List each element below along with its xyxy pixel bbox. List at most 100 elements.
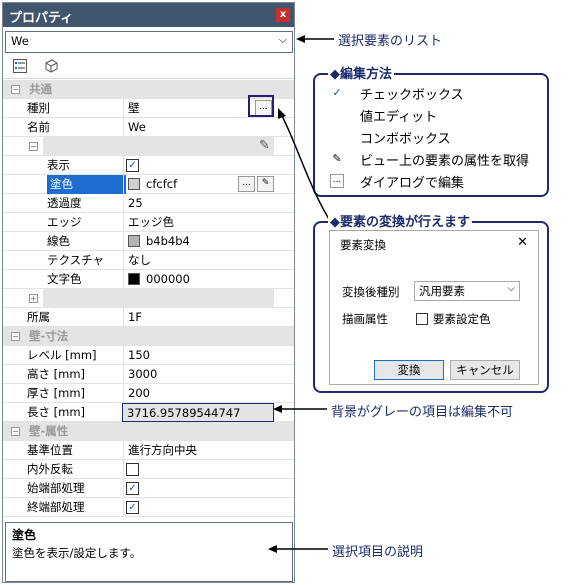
close-icon[interactable]: x (276, 8, 290, 22)
property-label: 基準位置 (27, 443, 73, 457)
property-label: 名前 (27, 120, 50, 134)
property-value[interactable]: b4b4b4 (123, 232, 273, 251)
edit-method-label: 値エディット (360, 110, 438, 125)
panel-toolbar (3, 55, 294, 79)
property-label: 線色 (47, 234, 70, 248)
property-value[interactable]: 3000 (123, 365, 273, 384)
property-value[interactable]: エッジ色 (123, 213, 273, 232)
collapse-icon[interactable]: − (11, 85, 20, 94)
checkbox-checked[interactable]: ✓ (126, 501, 139, 514)
property-row: 高さ [mm] 3000 (3, 365, 294, 384)
convert-button[interactable]: 変換 (374, 360, 444, 380)
property-label: 内外反転 (27, 462, 73, 476)
property-value-text: b4b4b4 (146, 234, 190, 248)
property-value-text: 200 (128, 386, 150, 400)
property-value[interactable]: ✓ (123, 156, 273, 175)
property-row: 透過度 25 (3, 194, 294, 213)
property-value-text: We (128, 120, 146, 134)
panel-titlebar: プロパティ x (3, 3, 294, 27)
property-value-text: cfcfcf (146, 177, 178, 191)
check-icon: ✓ (332, 86, 342, 99)
type-select-value: 汎用要素 (419, 284, 465, 298)
property-row: 名前 We (3, 118, 294, 137)
expand-icon[interactable]: + (29, 294, 38, 303)
property-label: テクスチャ (47, 253, 105, 267)
property-value[interactable]: We (123, 118, 273, 137)
convert-title: ◆要素の変換が行えます (328, 211, 472, 230)
checkbox-unchecked[interactable] (126, 463, 139, 476)
property-value-text: なし (128, 253, 151, 267)
element-selector-combo[interactable]: We ⌵ (5, 31, 293, 53)
eyedropper-icon[interactable]: ✎ (259, 138, 270, 153)
property-value[interactable]: ✓ (123, 479, 273, 498)
property-value[interactable] (123, 460, 273, 479)
property-label: 壁-寸法 (29, 329, 69, 343)
checkbox-checked[interactable]: ✓ (126, 482, 139, 495)
cancel-button[interactable]: キャンセル (450, 360, 520, 380)
chevron-down-icon[interactable]: ⌵ (279, 33, 287, 47)
description-text: 塗色を表示/設定します。 (12, 546, 142, 560)
property-value-text: 進行方向中央 (128, 443, 197, 457)
dialog-title: 要素変換 (340, 238, 386, 252)
description-pane: 塗色 塗色を表示/設定します。 (5, 522, 293, 582)
property-row: エッジ エッジ色 (3, 213, 294, 232)
property-row[interactable]: 描画属性−✎ (3, 137, 294, 156)
property-value[interactable]: 進行方向中央 (123, 441, 273, 460)
collapse-icon[interactable]: − (29, 142, 38, 151)
property-label: 共通 (29, 82, 52, 96)
readonly-caption: 背景がグレーの項目は編集不可 (331, 405, 514, 420)
property-value-text: 000000 (146, 272, 190, 286)
ellipsis-button[interactable]: ... (238, 176, 255, 192)
property-label: 終端部処理 (27, 500, 85, 514)
property-value[interactable]: 000000 (123, 270, 273, 289)
object-view-icon[interactable] (43, 59, 58, 73)
property-value[interactable]: 200 (123, 384, 273, 403)
property-value-text: 150 (128, 348, 150, 362)
collapse-icon[interactable]: − (11, 427, 20, 436)
checkbox-checked[interactable]: ✓ (126, 159, 139, 172)
edit-methods-title: ◆編集方法 (328, 63, 394, 82)
selector-list-caption: 選択要素のリスト (338, 34, 443, 49)
element-selector-value: We (11, 34, 29, 48)
property-value[interactable]: ✓ (123, 498, 273, 517)
property-value-text: 25 (128, 196, 143, 210)
property-value[interactable]: 1F (123, 308, 273, 327)
property-label: 長さ [mm] (27, 405, 86, 419)
attr-label: 描画属性 (342, 312, 388, 326)
property-value-text: 壁 (128, 101, 140, 115)
attr-checkbox[interactable] (416, 313, 428, 325)
property-value-text: エッジ色 (128, 215, 174, 229)
description-arrow (268, 545, 328, 553)
property-label: レベル [mm] (27, 348, 97, 362)
property-value[interactable]: 25 (123, 194, 273, 213)
property-label: 表示 (47, 158, 70, 172)
property-row: 内外反転 (3, 460, 294, 479)
property-value[interactable]: なし (123, 251, 273, 270)
description-caption: 選択項目の説明 (332, 545, 424, 560)
property-row: 所属 1F (3, 308, 294, 327)
color-swatch (128, 178, 140, 190)
property-row[interactable]: 壁-寸法 − (3, 327, 294, 346)
property-row[interactable]: オプション+ (3, 289, 294, 308)
property-label: 文字色 (47, 272, 82, 286)
type-select[interactable]: 汎用要素 ⌵ (414, 281, 520, 301)
property-label: 高さ [mm] (27, 367, 86, 381)
property-row[interactable]: 壁-属性 − (3, 422, 294, 441)
edit-method-label: ダイアログで編集 (360, 176, 465, 191)
collapse-icon[interactable]: − (11, 332, 20, 341)
property-row: 始端部処理 ✓ (3, 479, 294, 498)
property-value-text: 1F (128, 310, 142, 324)
close-icon[interactable]: ✕ (517, 235, 528, 250)
edit-method-label: チェックボックス (360, 88, 464, 103)
property-row: 基準位置 進行方向中央 (3, 441, 294, 460)
property-row: 終端部処理 ✓ (3, 498, 294, 517)
property-row: 表示 ✓ (3, 156, 294, 175)
property-value: 3716.95789544747 (122, 403, 274, 422)
color-swatch (128, 235, 140, 247)
property-row: 文字色 000000 (3, 270, 294, 289)
property-value[interactable]: 150 (123, 346, 273, 365)
property-label: 厚さ [mm] (27, 386, 86, 400)
property-row: 長さ [mm] 3716.95789544747 (3, 403, 294, 422)
property-row: 線色 b4b4b4 (3, 232, 294, 251)
categorized-view-icon[interactable] (13, 59, 27, 73)
